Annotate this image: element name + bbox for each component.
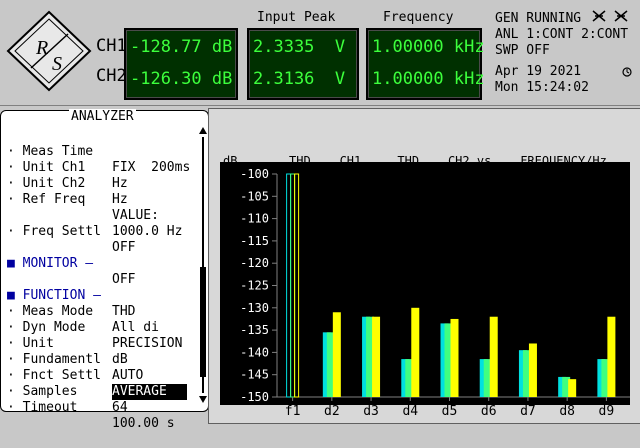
x-tick-label: d9 xyxy=(599,404,615,419)
menu-row-label: · Freq Settl xyxy=(7,224,101,239)
chart-title: THD CH1, THD CH2 vs FREQUENCY/Hz xyxy=(289,154,607,168)
menu-section-monitor[interactable]: ■ MONITOR — OFF xyxy=(7,240,135,287)
rohde-schwarz-logo: R S xyxy=(6,10,92,92)
y-tick-label: -130 xyxy=(240,301,269,315)
clock-icon xyxy=(622,66,632,77)
analyzer-panel: ANALYZER · Meas Time FIX 200ms · Unit Ch… xyxy=(0,109,209,431)
menu-row-value[interactable]: PRECISION xyxy=(112,336,182,352)
x-tick-label: d4 xyxy=(402,404,418,419)
y-tick-label: -120 xyxy=(240,256,269,270)
menu-row-value[interactable]: dB xyxy=(112,352,128,368)
svg-text:S: S xyxy=(52,53,62,75)
frequency-header: Frequency xyxy=(383,10,454,25)
menu-row-value[interactable]: Hz xyxy=(112,192,128,208)
y-tick-label: -110 xyxy=(240,212,269,226)
scroll-down-arrow-icon xyxy=(199,396,207,403)
y-tick-label: -125 xyxy=(240,279,269,293)
menu-row-label: · Timeout xyxy=(7,400,78,415)
bar-d9 xyxy=(607,316,616,397)
date: Apr 19 2021 xyxy=(495,64,582,79)
menu-row-dyn-mode[interactable]: · Dyn Mode PRECISION xyxy=(7,304,182,351)
x-tick-label: d7 xyxy=(520,404,536,419)
ch2-label: CH2 xyxy=(96,66,127,86)
menu-row-unit-ch2[interactable]: · Unit Ch2 Hz xyxy=(7,160,128,207)
menu-row-fundamentl[interactable]: · Fundamentl AUTO xyxy=(7,336,143,383)
menu-scrollbar[interactable] xyxy=(199,127,207,403)
menu-row-value[interactable]: OFF xyxy=(112,240,135,256)
menu-row-meas-time[interactable]: · Meas Time FIX 200ms xyxy=(7,128,190,175)
input-peak-display: 2.3335 V 2.3136 V xyxy=(247,28,359,100)
y-tick-label: -135 xyxy=(240,323,269,337)
menu-row-value[interactable]: All di xyxy=(112,320,159,336)
status-bar: R S CH1 CH2 -128.77 dB -126.30 dB Input … xyxy=(0,0,640,106)
y-tick-label: -150 xyxy=(240,390,269,404)
svg-text:R: R xyxy=(35,37,48,59)
ch1-level: -128.77 dB xyxy=(130,37,233,57)
bar-d8 xyxy=(568,379,577,397)
menu-row-timeout[interactable]: · Timeout 100.00 s xyxy=(7,384,175,431)
x-tick-label: d3 xyxy=(363,404,379,419)
y-tick-label: -105 xyxy=(240,189,269,203)
link-icon xyxy=(614,10,628,22)
bar-d6 xyxy=(489,316,498,397)
plot-background xyxy=(220,162,630,405)
menu-row-label: ■ MONITOR — xyxy=(7,256,94,271)
menu-row-freq-settl[interactable]: · Freq Settl OFF xyxy=(7,208,135,255)
thd-chart: dB THD CH1, THD CH2 vs FREQUENCY/Hz -100… xyxy=(220,154,630,419)
bar-d4 xyxy=(411,307,420,397)
ch2-frequency: 1.00000 kHz xyxy=(372,69,485,89)
menu-section-function[interactable]: ■ FUNCTION – THD xyxy=(7,272,135,319)
menu-row-value-selected[interactable]: AVERAGE xyxy=(112,384,187,400)
sweep-status: SWP OFF xyxy=(495,43,550,58)
y-tick-label: -145 xyxy=(240,368,269,382)
menu-row-value[interactable]: FIX 200ms xyxy=(112,160,190,176)
panel-title: ANALYZER xyxy=(69,109,136,124)
graph-window: dB THD CH1, THD CH2 vs FREQUENCY/Hz -100… xyxy=(208,108,640,424)
y-tick-label: -115 xyxy=(240,234,269,248)
menu-row-unit[interactable]: · Unit dB xyxy=(7,320,128,367)
menu-row-fnct-settl[interactable]: · Fnct Settl AVERAGE xyxy=(7,352,187,400)
level-display: -128.77 dB -126.30 dB xyxy=(124,28,238,100)
bar-d5 xyxy=(450,318,459,397)
menu-row-value[interactable]: VALUE: xyxy=(112,208,159,224)
menu-row-value[interactable]: THD xyxy=(112,304,135,320)
menu-row-unit-ch1[interactable]: · Unit Ch1 Hz xyxy=(7,144,128,191)
bar-d3 xyxy=(372,316,381,397)
menu-row-value[interactable]: 100.00 s xyxy=(112,416,175,432)
input-peak-header: Input Peak xyxy=(257,10,336,25)
y-tick-label: -140 xyxy=(240,345,269,359)
ch1-frequency: 1.00000 kHz xyxy=(372,37,485,57)
x-tick-label: f1 xyxy=(285,404,301,419)
ch1-label: CH1 xyxy=(96,36,127,56)
scroll-up-arrow-icon xyxy=(199,127,207,134)
menu-row-samples[interactable]: · Samples 64 xyxy=(7,368,128,415)
scroll-thumb xyxy=(200,267,206,377)
menu-row-value[interactable]: 64 xyxy=(112,400,128,416)
x-tick-label: d5 xyxy=(442,404,458,419)
x-tick-label: d2 xyxy=(324,404,340,419)
bar-d2 xyxy=(332,312,341,397)
y-axis-label: dB xyxy=(223,154,237,168)
frequency-display: 1.00000 kHz 1.00000 kHz xyxy=(366,28,485,100)
x-tick-label: d8 xyxy=(559,404,575,419)
analyzer-status: ANL 1:CONT 2:CONT xyxy=(495,27,629,42)
menu-row-value[interactable]: OFF xyxy=(112,272,135,288)
menu-row-value[interactable]: AUTO xyxy=(112,368,143,384)
menu-row-meas-mode[interactable]: · Meas Mode All di xyxy=(7,288,159,335)
menu-row-ref-freq[interactable]: · Ref Freq VALUE: xyxy=(7,176,159,223)
ch2-peak: 2.3136 V xyxy=(253,69,346,89)
x-tick-label: d6 xyxy=(481,404,497,419)
link-icon xyxy=(592,10,606,22)
ch1-peak: 2.3335 V xyxy=(253,37,346,57)
menu-row-value[interactable]: 1000.0 Hz xyxy=(112,224,182,240)
generator-status: GEN RUNNING xyxy=(495,11,582,26)
menu-row-ref-freq-value[interactable]: 1000.0 Hz xyxy=(7,192,182,239)
y-tick-label: -100 xyxy=(240,167,269,181)
menu-row-value[interactable]: Hz xyxy=(112,176,128,192)
bar-d7 xyxy=(528,343,537,397)
time: Mon 15:24:02 xyxy=(495,80,589,95)
ch2-level: -126.30 dB xyxy=(130,69,233,89)
